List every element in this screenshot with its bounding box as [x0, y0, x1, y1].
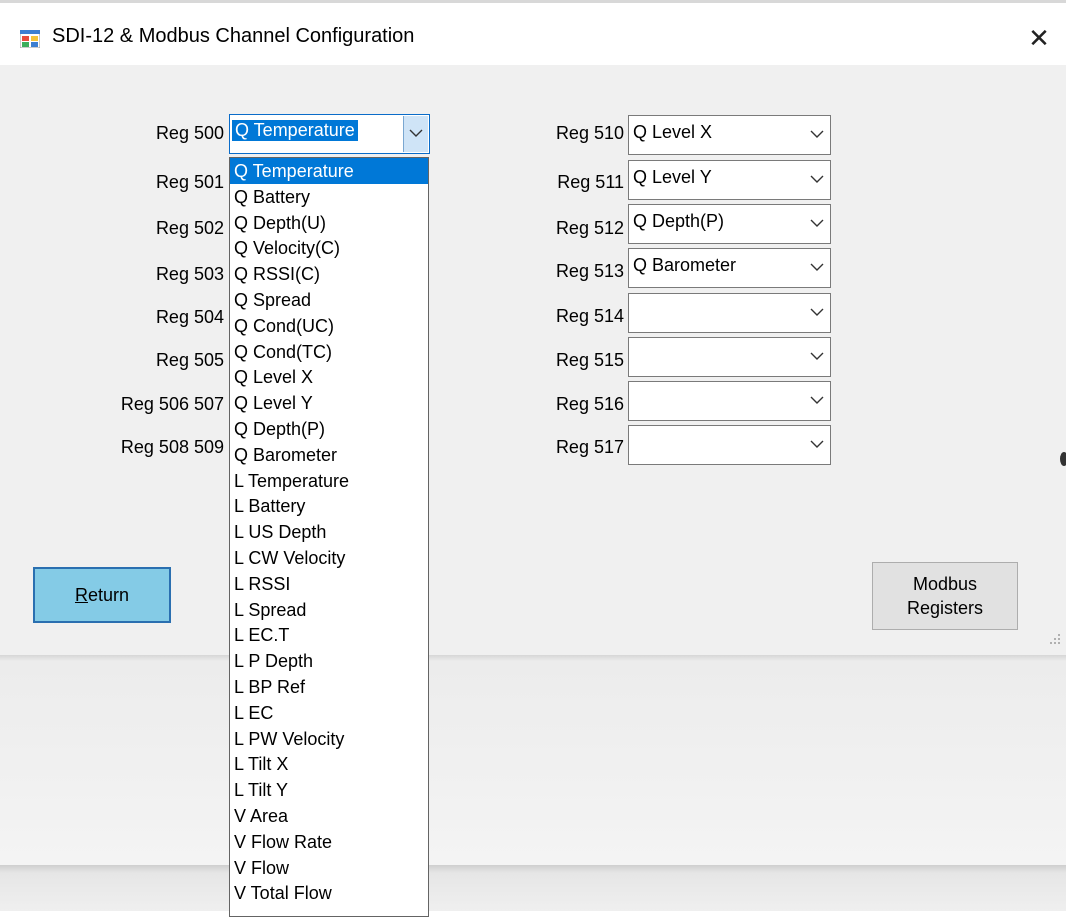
- title-bar: SDI-12 & Modbus Channel Configuration ✕: [0, 3, 1066, 65]
- reg-517-label: Reg 517: [555, 437, 624, 457]
- reg-510-combo[interactable]: Q Level X: [628, 115, 831, 155]
- chevron-down-icon: [810, 130, 824, 138]
- dropdown-option[interactable]: Q RSSI(C): [230, 261, 428, 287]
- reg-500-combo[interactable]: Q Temperature: [229, 114, 430, 154]
- reg-516-combo[interactable]: [628, 381, 831, 421]
- reg-510-value: Q Level X: [633, 122, 713, 142]
- reg-504-label: Reg 504: [155, 307, 224, 327]
- reg-500-value: Q Temperature: [232, 120, 358, 141]
- reg-515-combo[interactable]: [628, 337, 831, 377]
- reg-511-label: Reg 511: [557, 172, 624, 192]
- window-title: SDI-12 & Modbus Channel Configuration: [52, 25, 415, 47]
- reg-500-dropdown-list[interactable]: Q Temperature Q Battery Q Depth(U) Q Veloci…: [229, 157, 429, 917]
- chevron-down-icon: [409, 129, 423, 137]
- dropdown-option[interactable]: Q Temperature: [230, 158, 428, 184]
- reg-513-label: Reg 513: [555, 261, 624, 281]
- dropdown-option[interactable]: L P Depth: [230, 648, 428, 674]
- close-icon: ✕: [1028, 23, 1050, 53]
- dropdown-option[interactable]: L EC: [230, 700, 428, 726]
- dropdown-option[interactable]: L EC.T: [230, 622, 428, 648]
- dropdown-option[interactable]: V Flow Rate: [230, 829, 428, 855]
- reg-500-label: Reg 500: [155, 123, 224, 143]
- background-window-lower: [0, 865, 1066, 911]
- dropdown-option[interactable]: L RSSI: [230, 571, 428, 597]
- dropdown-option[interactable]: L Temperature: [230, 468, 428, 494]
- reg-505-label: Reg 505: [155, 350, 224, 370]
- dropdown-option[interactable]: L PW Velocity: [230, 726, 428, 752]
- dropdown-option[interactable]: V Total Flow: [230, 880, 428, 906]
- dropdown-option[interactable]: Q Spread: [230, 287, 428, 313]
- dropdown-option[interactable]: L CW Velocity: [230, 545, 428, 571]
- reg-513-combo[interactable]: Q Barometer: [628, 248, 831, 288]
- dropdown-option[interactable]: Q Level X: [230, 364, 428, 390]
- dropdown-option[interactable]: Q Cond(UC): [230, 313, 428, 339]
- chevron-down-icon: [810, 352, 824, 360]
- chevron-down-icon: [810, 219, 824, 227]
- reg-506-507-label: Reg 506 507: [120, 394, 224, 414]
- dropdown-option[interactable]: L Battery: [230, 493, 428, 519]
- reg-517-combo[interactable]: [628, 425, 831, 465]
- reg-515-label: Reg 515: [555, 350, 624, 370]
- dropdown-option[interactable]: V Area: [230, 803, 428, 829]
- dropdown-option[interactable]: L US Depth: [230, 519, 428, 545]
- reg-511-value: Q Level Y: [633, 167, 712, 187]
- dropdown-option[interactable]: L Spread: [230, 597, 428, 623]
- chevron-down-icon: [810, 396, 824, 404]
- return-label: eturn: [87, 585, 130, 605]
- chevron-down-icon: [810, 175, 824, 183]
- resize-grip-icon[interactable]: [1044, 632, 1062, 650]
- modbus-button-line2: Registers: [906, 598, 984, 618]
- reg-512-combo[interactable]: Q Depth(P): [628, 204, 831, 244]
- background-window: [0, 655, 1066, 865]
- dropdown-option[interactable]: V Flow: [230, 855, 428, 881]
- modbus-button-line1: Modbus: [912, 574, 978, 594]
- dropdown-option[interactable]: Q Depth(P): [230, 416, 428, 442]
- dropdown-option[interactable]: L BP Ref: [230, 674, 428, 700]
- dropdown-option[interactable]: Q Level Y: [230, 390, 428, 416]
- dropdown-option[interactable]: Q Velocity(C): [230, 235, 428, 261]
- reg-500-dropdown-button[interactable]: [403, 116, 428, 152]
- return-mnemonic: R: [74, 585, 88, 605]
- reg-508-509-label: Reg 508 509: [120, 437, 224, 457]
- dropdown-option[interactable]: L Tilt Y: [230, 777, 428, 803]
- app-window-icon: [20, 30, 40, 48]
- offscreen-edge-mark: [1060, 452, 1066, 466]
- modbus-registers-button[interactable]: Modbus Registers: [872, 562, 1018, 630]
- chevron-down-icon: [810, 308, 824, 316]
- return-button[interactable]: Return: [33, 567, 171, 623]
- dropdown-option[interactable]: L Tilt X: [230, 751, 428, 777]
- close-button[interactable]: ✕: [1022, 23, 1056, 53]
- reg-516-label: Reg 516: [555, 394, 624, 414]
- reg-512-value: Q Depth(P): [633, 211, 725, 231]
- reg-514-label: Reg 514: [555, 306, 624, 326]
- chevron-down-icon: [810, 440, 824, 448]
- reg-513-value: Q Barometer: [633, 255, 737, 275]
- chevron-down-icon: [810, 263, 824, 271]
- dropdown-option[interactable]: Q Battery: [230, 184, 428, 210]
- reg-514-combo[interactable]: [628, 293, 831, 333]
- reg-503-label: Reg 503: [155, 264, 224, 284]
- dropdown-option[interactable]: Q Cond(TC): [230, 339, 428, 365]
- reg-501-label: Reg 501: [155, 172, 224, 192]
- reg-511-combo[interactable]: Q Level Y: [628, 160, 831, 200]
- reg-502-label: Reg 502: [155, 218, 224, 238]
- reg-512-label: Reg 512: [555, 218, 624, 238]
- dropdown-option[interactable]: Q Barometer: [230, 442, 428, 468]
- reg-510-label: Reg 510: [555, 123, 624, 143]
- dropdown-option[interactable]: Q Depth(U): [230, 210, 428, 236]
